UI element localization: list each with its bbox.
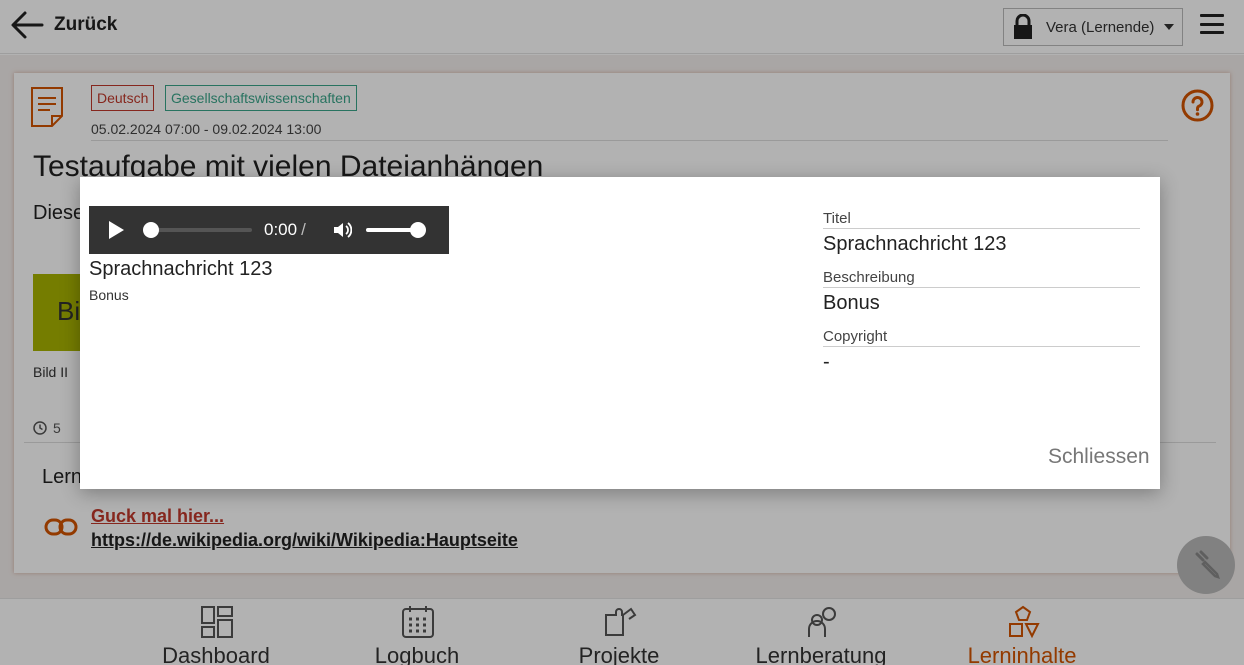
close-button[interactable]: Schliessen	[1048, 445, 1150, 469]
play-icon[interactable]	[109, 221, 124, 239]
volume-knob[interactable]	[409, 222, 426, 238]
audio-player: 0:00 /	[89, 206, 449, 254]
progress-slider[interactable]	[143, 222, 252, 238]
volume-slider[interactable]	[365, 222, 426, 238]
field-label-title: Titel	[823, 210, 1140, 229]
media-modal: 0:00 / Sprachnachricht 123 Bonus Titel S…	[80, 177, 1160, 489]
media-description: Bonus	[89, 287, 129, 303]
player-time: 0:00	[264, 220, 298, 239]
player-time-separator: /	[301, 220, 306, 239]
progress-knob[interactable]	[143, 222, 159, 238]
field-value-copyright: -	[823, 351, 830, 373]
volume-icon[interactable]	[332, 220, 352, 240]
field-label-copyright: Copyright	[823, 328, 1140, 347]
field-value-title: Sprachnachricht 123	[823, 233, 1007, 255]
media-title: Sprachnachricht 123	[89, 258, 273, 280]
metadata-panel: Titel Sprachnachricht 123 Beschreibung B…	[823, 210, 1140, 387]
field-value-description: Bonus	[823, 292, 880, 314]
field-label-description: Beschreibung	[823, 269, 1140, 288]
